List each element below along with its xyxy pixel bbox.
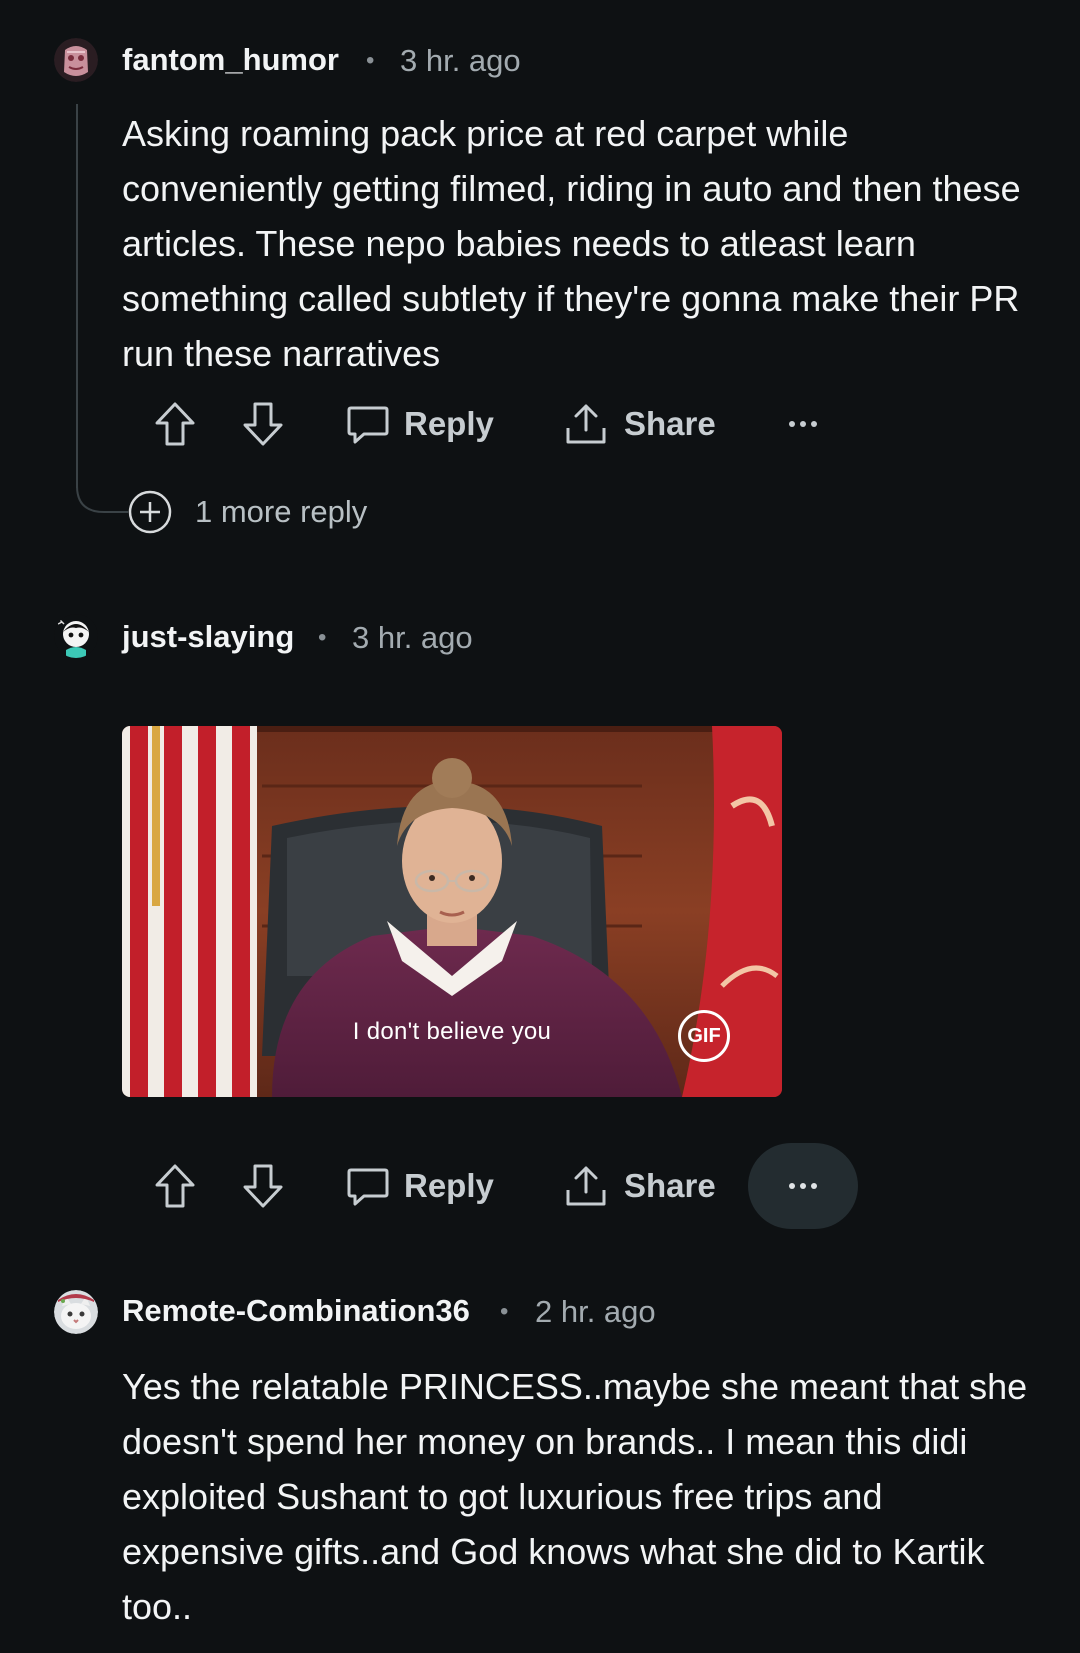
comment-text: Asking roaming pack price at red carpet … [122, 113, 1021, 374]
more-options-button[interactable] [748, 381, 858, 467]
share-label: Share [624, 405, 716, 442]
share-icon [566, 404, 606, 444]
plus-circle-icon [128, 490, 172, 534]
timestamp: 3 hr. ago [352, 620, 473, 655]
share-icon [566, 1166, 606, 1206]
share-button[interactable]: Share [564, 394, 716, 454]
upvote-icon [155, 1164, 195, 1208]
gif-media[interactable]: I don't believe you GIF [122, 726, 782, 1097]
gif-badge: GIF [678, 1010, 730, 1062]
more-icon [789, 421, 817, 427]
more-replies-label: 1 more reply [195, 494, 368, 529]
username[interactable]: fantom_humor [122, 42, 339, 78]
thread-line [76, 104, 78, 488]
share-button[interactable]: Share [564, 1156, 716, 1216]
reply-button[interactable]: Reply [346, 394, 494, 454]
comment-actions: Reply Share [150, 394, 870, 454]
downvote-icon [243, 1164, 283, 1208]
comment-icon [347, 406, 389, 444]
timestamp: 2 hr. ago [535, 1294, 656, 1329]
more-options-button[interactable] [748, 1143, 858, 1229]
downvote-button[interactable] [242, 1156, 284, 1216]
downvote-button[interactable] [242, 394, 284, 454]
comment-icon [347, 1168, 389, 1206]
reply-label: Reply [404, 1167, 494, 1204]
thread-curve [76, 486, 128, 513]
reply-button[interactable]: Reply [346, 1156, 494, 1216]
downvote-icon [243, 402, 283, 446]
upvote-button[interactable] [154, 394, 196, 454]
more-icon [789, 1183, 817, 1189]
avatar[interactable] [54, 614, 98, 658]
upvote-button[interactable] [154, 1156, 196, 1216]
username[interactable]: just-slaying [122, 619, 294, 655]
comment-text: Yes the relatable PRINCESS..maybe she me… [122, 1366, 1028, 1627]
comment-actions: Reply Share [150, 1143, 870, 1229]
username[interactable]: Remote-Combination36 [122, 1293, 470, 1329]
timestamp: 3 hr. ago [400, 43, 521, 78]
avatar[interactable] [54, 38, 98, 82]
more-replies-link[interactable]: 1 more reply [127, 489, 367, 535]
avatar[interactable] [54, 1290, 98, 1334]
share-label: Share [624, 1167, 716, 1204]
upvote-icon [155, 402, 195, 446]
reply-label: Reply [404, 405, 494, 442]
separator-dot: • [500, 1298, 509, 1325]
separator-dot: • [366, 47, 375, 74]
separator-dot: • [318, 624, 327, 651]
